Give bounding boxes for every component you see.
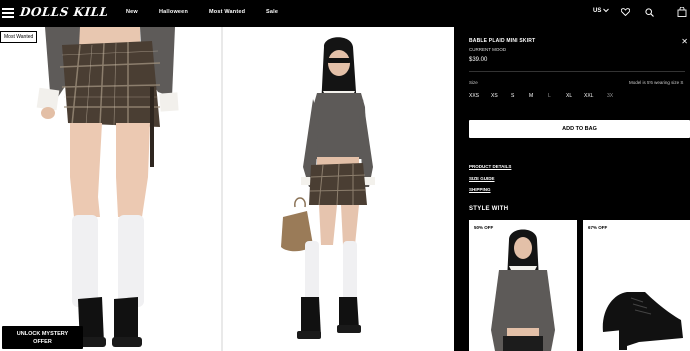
search-icon[interactable]	[645, 8, 654, 17]
size-selector: XXS XS S M L XL XXL 3X	[469, 93, 685, 103]
menu-icon[interactable]	[2, 8, 14, 18]
unlock-offer-line1: UNLOCK MYSTERY	[16, 331, 69, 337]
recommendation-image-top	[491, 229, 555, 351]
size-option-xl[interactable]: XL	[566, 93, 572, 99]
region-label: US	[593, 8, 602, 15]
size-label: Size	[469, 80, 478, 85]
size-option-xs[interactable]: XS	[491, 93, 498, 99]
style-with-heading: STYLE WITH	[469, 206, 509, 212]
most-wanted-badge: Most Wanted	[0, 31, 38, 43]
site-header: DOLLS KILL New Halloween Most Wanted Sal…	[0, 0, 690, 27]
unlock-offer-line2: OFFER	[33, 339, 52, 345]
close-icon[interactable]: ✕	[681, 37, 688, 46]
shopping-bag-icon[interactable]	[677, 7, 687, 17]
nav-sale[interactable]: Sale	[266, 9, 278, 15]
section-divider	[469, 71, 685, 72]
add-to-bag-button[interactable]: ADD TO BAG	[469, 120, 690, 138]
site-logo[interactable]: DOLLS KILL	[19, 5, 109, 19]
product-details-link[interactable]: PRODUCT DETAILS	[469, 164, 511, 169]
recommendation-card[interactable]: 50% OFF	[469, 220, 577, 351]
size-option-xxl[interactable]: XXL	[584, 93, 593, 99]
unlock-offer-button[interactable]: UNLOCK MYSTERY OFFER	[2, 326, 83, 349]
nav-most-wanted[interactable]: Most Wanted	[209, 9, 245, 15]
nav-new[interactable]: New	[126, 9, 138, 15]
discount-badge: 67% OFF	[588, 225, 608, 230]
discount-badge: 50% OFF	[474, 225, 494, 230]
heart-icon[interactable]	[621, 8, 630, 16]
model-illustration-front	[36, 27, 179, 347]
size-option-s[interactable]: S	[511, 93, 514, 99]
product-price: $39.00	[469, 57, 488, 63]
product-mood[interactable]: CURRENT MOOD	[469, 47, 506, 52]
product-photo-front[interactable]	[0, 27, 221, 351]
region-selector[interactable]: US	[593, 8, 609, 14]
nav-halloween[interactable]: Halloween	[159, 9, 188, 15]
size-option-m[interactable]: M	[529, 93, 533, 99]
recommendation-card[interactable]: 67% OFF	[583, 220, 690, 351]
recommendation-image-boot	[602, 292, 683, 350]
size-option-l[interactable]: L	[548, 93, 551, 99]
model-size-note: Model is 5'6 wearing size S	[629, 80, 684, 85]
product-title: BABLE PLAID MINI SKIRT	[469, 38, 536, 44]
product-panel: BABLE PLAID MINI SKIRT ✕ CURRENT MOOD $3…	[454, 27, 690, 351]
shipping-link[interactable]: SHIPPING	[469, 187, 491, 192]
product-photo-full[interactable]	[223, 27, 454, 351]
model-illustration-full	[281, 37, 375, 339]
size-option-xxs[interactable]: XXS	[469, 93, 479, 99]
size-guide-link[interactable]: SIZE GUIDE	[469, 176, 495, 181]
chevron-down-icon	[603, 8, 609, 13]
size-option-3x[interactable]: 3X	[607, 93, 613, 99]
